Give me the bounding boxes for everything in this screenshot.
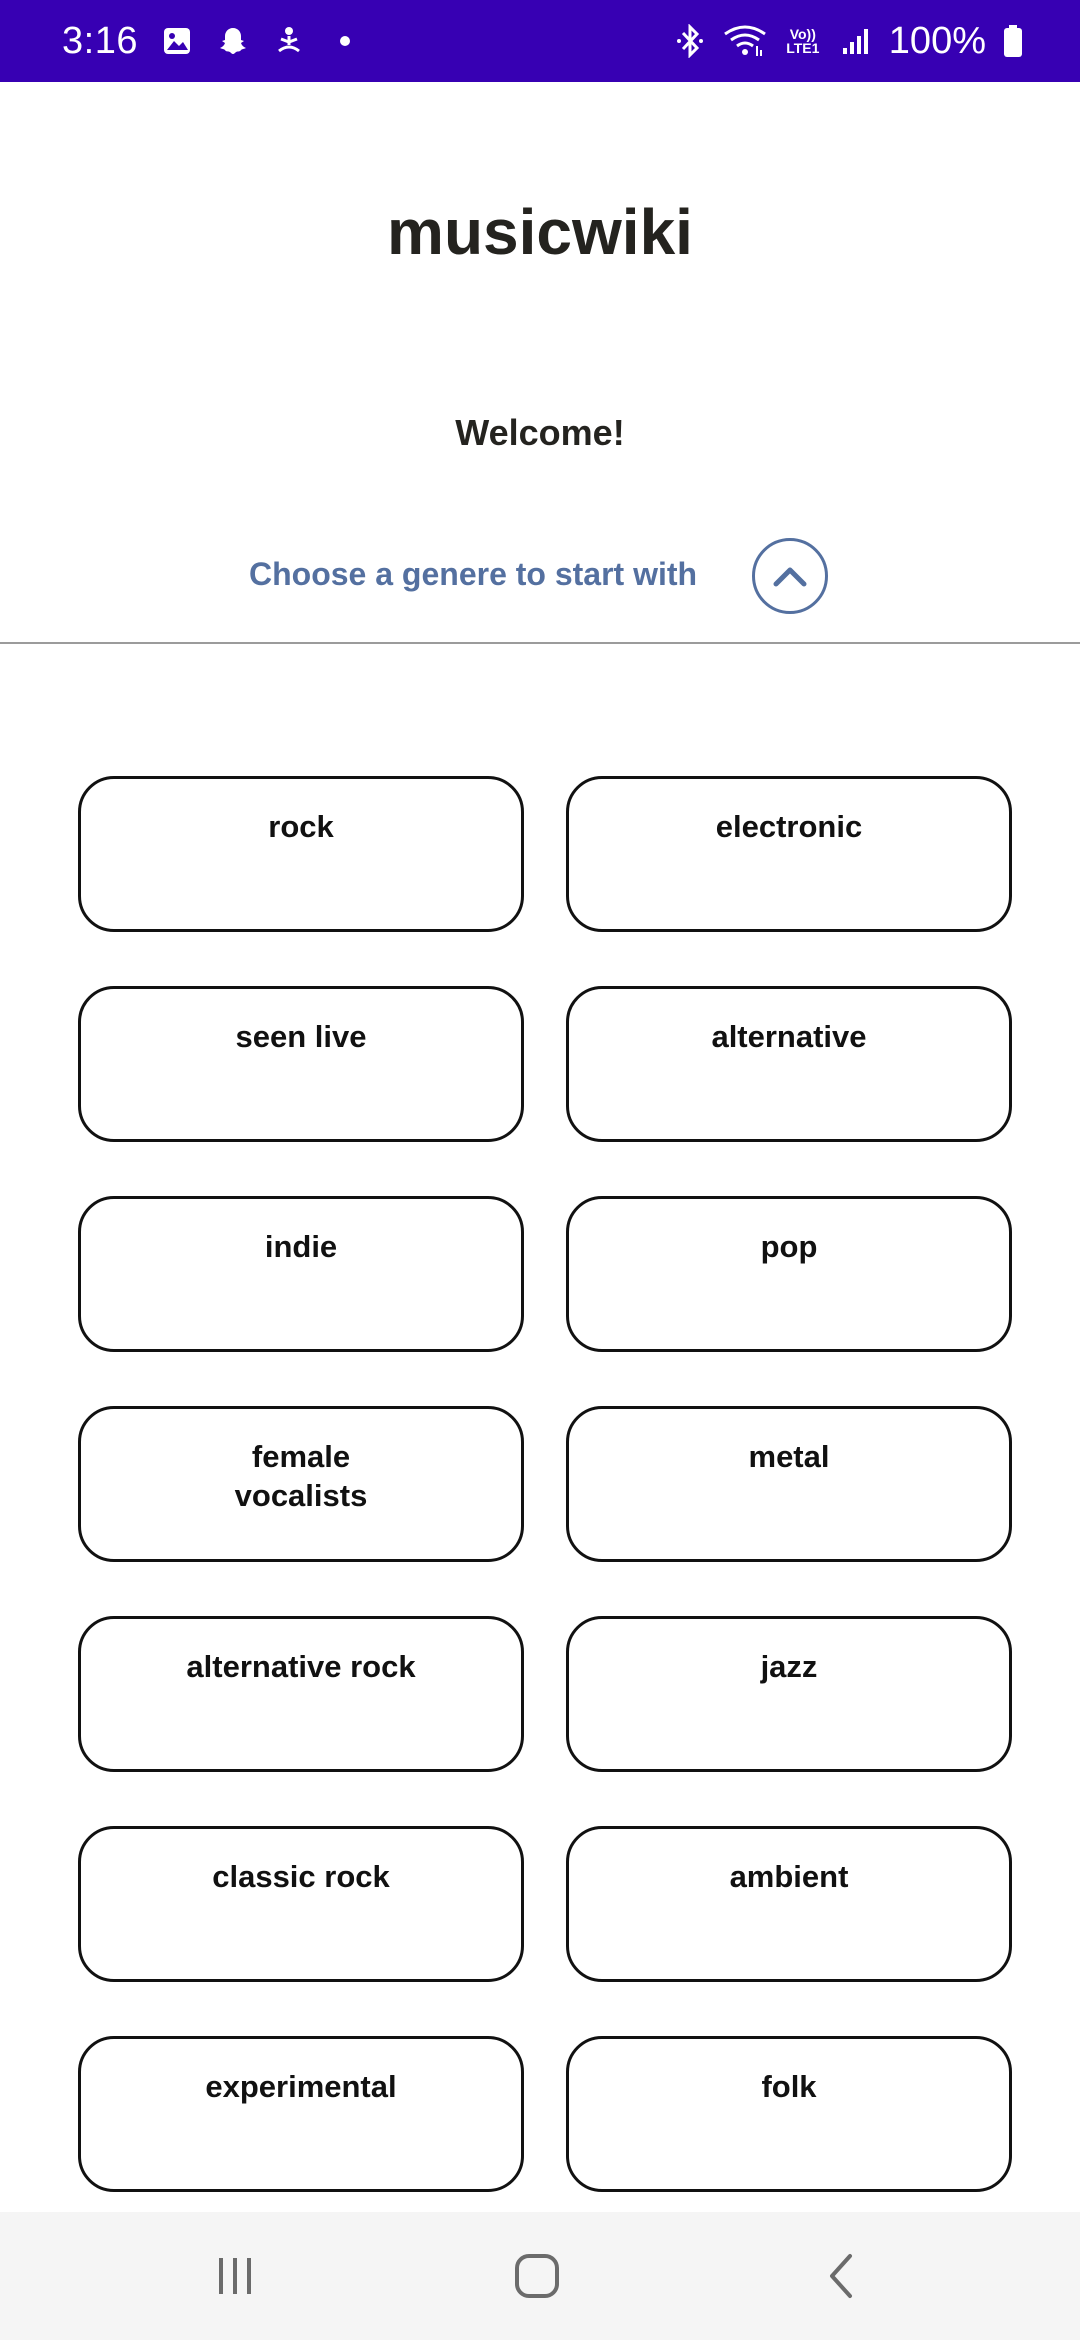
- collapse-genres-button[interactable]: [752, 538, 828, 614]
- status-bar: 3:16 Vo)) LTE1 100%: [0, 0, 1080, 82]
- genre-card-seen-live[interactable]: seen live: [78, 986, 524, 1142]
- welcome-text: Welcome!: [455, 412, 625, 453]
- genre-card-rock[interactable]: rock: [78, 776, 524, 932]
- recent-apps-button[interactable]: [205, 2250, 265, 2302]
- genre-card-female-vocalists[interactable]: female vocalists: [78, 1406, 524, 1562]
- battery-percent: 100%: [888, 19, 986, 62]
- home-button[interactable]: [507, 2250, 567, 2302]
- snapchat-icon: [216, 24, 250, 58]
- genre-card-ambient[interactable]: ambient: [566, 1826, 1012, 1982]
- genre-card-electronic[interactable]: electronic: [566, 776, 1012, 932]
- wifi-icon: [723, 24, 767, 58]
- choose-genre-prompt: Choose a genere to start with: [249, 556, 698, 592]
- app-title: musicwiki: [387, 196, 693, 268]
- recent-apps-icon: [219, 2258, 251, 2294]
- signal-icon: [839, 24, 873, 58]
- genre-card-metal[interactable]: metal: [566, 1406, 1012, 1562]
- home-icon: [515, 2254, 559, 2298]
- back-icon: [830, 2254, 852, 2298]
- genre-card-pop[interactable]: pop: [566, 1196, 1012, 1352]
- back-button[interactable]: [812, 2250, 872, 2302]
- genre-section-header: Choose a genere to start with: [0, 538, 1080, 618]
- genre-card-classic-rock[interactable]: classic rock: [78, 1826, 524, 1982]
- bluetooth-icon: [673, 24, 707, 58]
- volte-indicator: Vo)) LTE1: [786, 26, 820, 56]
- yoga-icon: [272, 24, 306, 58]
- system-nav-bar: [0, 2212, 1080, 2340]
- genre-card-folk[interactable]: folk: [566, 2036, 1012, 2192]
- genre-card-jazz[interactable]: jazz: [566, 1616, 1012, 1772]
- genre-card-alternative[interactable]: alternative: [566, 986, 1012, 1142]
- gallery-icon: [160, 24, 194, 58]
- section-divider: [0, 642, 1080, 644]
- genre-card-alternative-rock[interactable]: alternative rock: [78, 1616, 524, 1772]
- genre-card-experimental[interactable]: experimental: [78, 2036, 524, 2192]
- genre-card-indie[interactable]: indie: [78, 1196, 524, 1352]
- battery-icon: [1002, 24, 1024, 58]
- genre-grid: rock electronic seen live alternative in…: [78, 776, 1012, 2192]
- status-time: 3:16: [62, 19, 138, 62]
- dot-icon: [328, 24, 362, 58]
- chevron-up-icon: [773, 567, 807, 587]
